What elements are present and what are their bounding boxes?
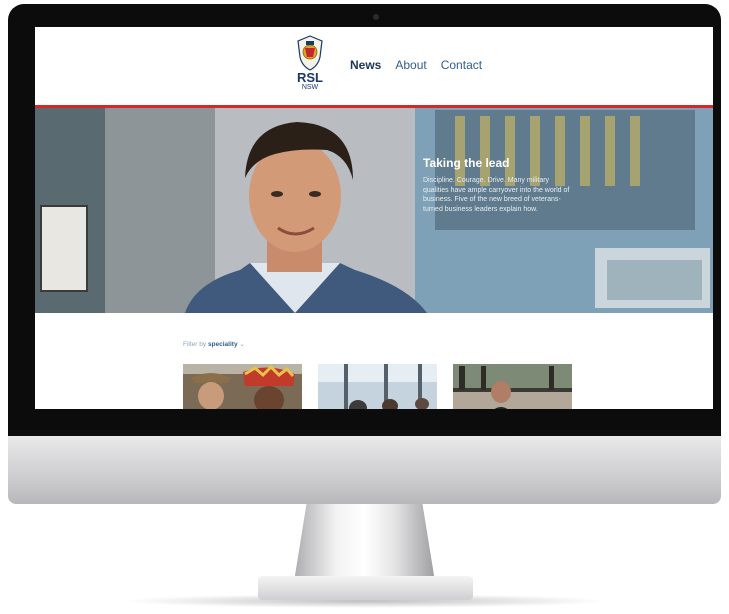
hero-caption: Taking the lead Discipline. Courage. Dri…	[423, 156, 573, 214]
nav-news[interactable]: News	[350, 58, 381, 72]
nav-contact[interactable]: Contact	[441, 58, 482, 72]
monitor-bezel: RSL NSW News About Contact Taking the le…	[8, 4, 721, 436]
article-thumbnail[interactable]	[453, 364, 572, 409]
hero-banner[interactable]: Taking the lead Discipline. Courage. Dri…	[35, 108, 713, 313]
filter-value[interactable]: speciality	[208, 341, 238, 348]
site-header: RSL NSW News About Contact	[35, 27, 713, 108]
monitor-chin	[8, 436, 721, 504]
logo-subtext: NSW	[301, 84, 319, 91]
camera-icon	[373, 14, 379, 20]
logo-text: RSL	[297, 70, 323, 85]
thumbnail-image	[453, 364, 572, 409]
article-thumbnail[interactable]	[318, 364, 437, 409]
hero-description: Discipline. Courage. Drive. Many militar…	[423, 177, 570, 213]
crest-icon	[297, 35, 323, 71]
main-nav: News About Contact	[350, 58, 482, 72]
nav-about[interactable]: About	[395, 58, 426, 72]
chevron-down-icon: ⌄	[239, 341, 245, 348]
website-screen: RSL NSW News About Contact Taking the le…	[35, 27, 713, 409]
monitor-stand	[294, 504, 435, 576]
rsl-logo[interactable]: RSL NSW	[293, 35, 327, 97]
thumbnail-image	[318, 364, 437, 409]
hero-title: Taking the lead	[423, 156, 510, 170]
imac-monitor: RSL NSW News About Contact Taking the le…	[8, 4, 721, 504]
hero-photo	[35, 108, 713, 313]
filter-control[interactable]: Filter by speciality ⌄	[183, 340, 245, 348]
filter-prefix: Filter by	[183, 341, 207, 348]
monitor-stand-base	[258, 576, 473, 600]
thumbnail-image	[183, 364, 302, 409]
article-thumbnail[interactable]	[183, 364, 302, 409]
